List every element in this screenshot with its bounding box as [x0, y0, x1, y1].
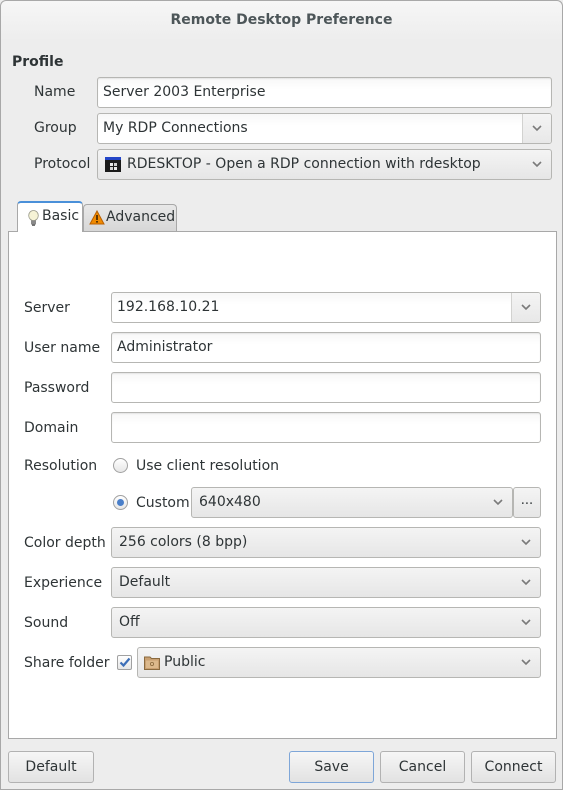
- name-label: Name: [34, 84, 76, 100]
- folder-icon: [144, 656, 160, 670]
- chevron-down-icon: [521, 619, 531, 626]
- experience-value: Default: [119, 574, 171, 590]
- default-button[interactable]: Default: [8, 751, 94, 783]
- custom-resolution-combo[interactable]: 640x480: [191, 487, 513, 518]
- color-depth-combo[interactable]: 256 colors (8 bpp): [111, 527, 541, 558]
- share-folder-combo[interactable]: Public: [137, 647, 541, 678]
- use-client-resolution-radio[interactable]: [113, 458, 128, 473]
- chevron-down-icon: [493, 499, 503, 506]
- share-folder-value: Public: [164, 654, 206, 670]
- chevron-down-icon: [532, 125, 542, 132]
- experience-label: Experience: [24, 575, 103, 591]
- tab-advanced-label: Advanced: [106, 209, 176, 225]
- custom-resolution-label[interactable]: Custom: [136, 495, 190, 511]
- name-input[interactable]: Server 2003 Enterprise: [97, 77, 552, 108]
- sound-value: Off: [119, 614, 140, 630]
- username-input[interactable]: Administrator: [111, 332, 541, 363]
- experience-combo[interactable]: Default: [111, 567, 541, 598]
- color-depth-value: 256 colors (8 bpp): [119, 534, 248, 550]
- chevron-down-icon: [521, 579, 531, 586]
- protocol-value: RDESKTOP - Open a RDP connection with rd…: [127, 156, 481, 172]
- group-value[interactable]: My RDP Connections: [103, 114, 248, 143]
- chevron-down-icon: [532, 161, 542, 168]
- password-label: Password: [24, 380, 90, 396]
- basic-tab-panel: Server 192.168.10.21 User name Administr…: [8, 231, 557, 739]
- profile-section-title: Profile: [12, 54, 64, 70]
- group-combo[interactable]: My RDP Connections: [97, 113, 552, 144]
- group-label: Group: [34, 120, 77, 136]
- sound-combo[interactable]: Off: [111, 607, 541, 638]
- group-dropdown-button[interactable]: [522, 114, 551, 143]
- tab-basic-label: Basic: [42, 208, 80, 224]
- resolution-more-button[interactable]: ...: [513, 487, 541, 518]
- server-input[interactable]: 192.168.10.21: [117, 293, 219, 322]
- protocol-label: Protocol: [34, 156, 91, 172]
- preference-dialog: Remote Desktop Preference Profile Name S…: [0, 0, 563, 790]
- chevron-down-icon: [521, 539, 531, 546]
- server-dropdown-button[interactable]: [511, 293, 540, 322]
- rdp-protocol-icon: [105, 157, 121, 172]
- server-combo[interactable]: 192.168.10.21: [111, 292, 541, 323]
- sound-label: Sound: [24, 615, 69, 631]
- domain-label: Domain: [24, 420, 79, 436]
- custom-resolution-radio[interactable]: [113, 495, 128, 510]
- username-label: User name: [24, 340, 101, 356]
- server-label: Server: [24, 300, 70, 316]
- cancel-button[interactable]: Cancel: [380, 751, 465, 783]
- resolution-label: Resolution: [24, 458, 98, 474]
- use-client-resolution-label[interactable]: Use client resolution: [136, 458, 279, 474]
- checkmark-icon: [119, 657, 131, 668]
- custom-resolution-value: 640x480: [199, 494, 261, 510]
- tab-basic[interactable]: Basic: [17, 201, 83, 232]
- color-depth-label: Color depth: [24, 535, 106, 551]
- connect-button[interactable]: Connect: [471, 751, 556, 783]
- lightbulb-icon: [28, 210, 39, 226]
- save-button[interactable]: Save: [289, 751, 374, 783]
- warning-icon: [89, 210, 105, 225]
- protocol-combo[interactable]: RDESKTOP - Open a RDP connection with rd…: [97, 149, 552, 180]
- password-input[interactable]: [111, 372, 541, 403]
- chevron-down-icon: [521, 659, 531, 666]
- window-title: Remote Desktop Preference: [1, 1, 562, 41]
- chevron-down-icon: [521, 304, 531, 311]
- domain-input[interactable]: [111, 412, 541, 443]
- tab-advanced[interactable]: Advanced: [83, 204, 177, 232]
- share-folder-checkbox[interactable]: [117, 655, 132, 670]
- share-folder-label: Share folder: [24, 655, 110, 671]
